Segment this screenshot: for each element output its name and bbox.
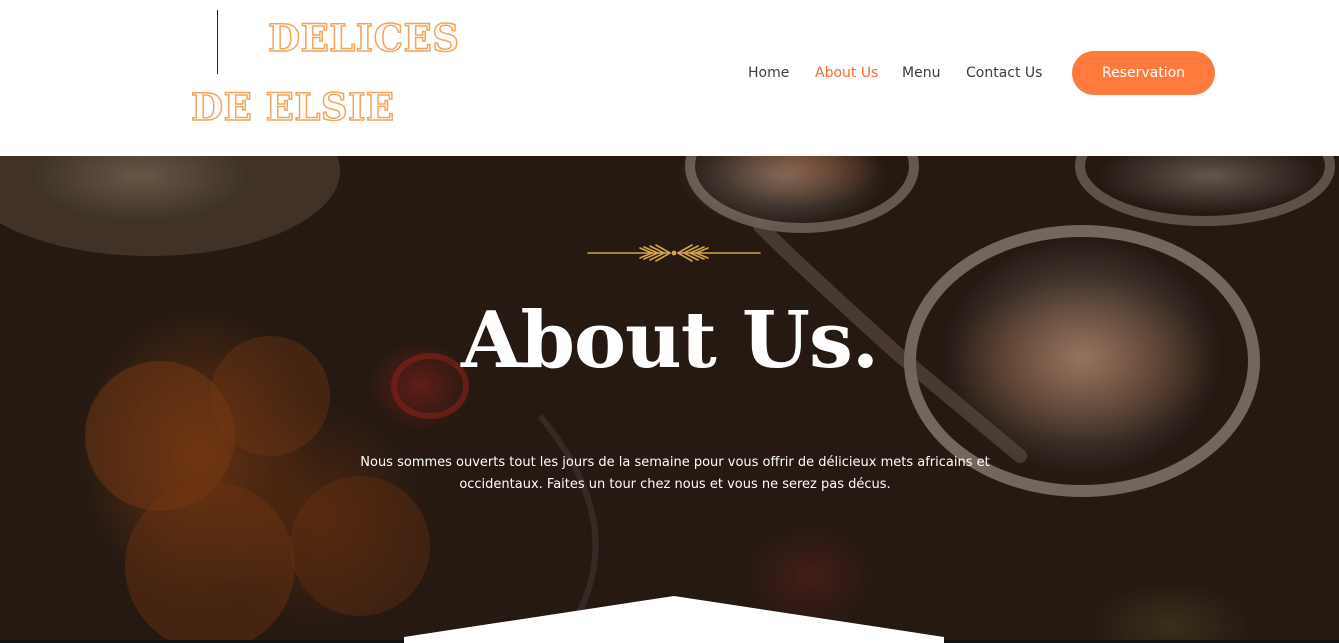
hero-overlay xyxy=(0,156,1339,643)
page-title: About Us. xyxy=(460,295,879,386)
nav-home-link[interactable]: Home xyxy=(748,64,789,82)
nav-contact-link[interactable]: Contact Us xyxy=(966,64,1042,82)
wheat-divider-icon xyxy=(587,244,761,262)
hero-description: Nous sommes ouverts tout les jours de la… xyxy=(360,455,990,492)
nav-about-link[interactable]: About Us xyxy=(815,64,878,82)
reservation-button[interactable]: Reservation xyxy=(1072,51,1215,95)
logo-text-line1[interactable]: DELICES xyxy=(267,19,459,58)
logo-text-line2[interactable]: DE ELSIE xyxy=(190,88,395,127)
about-hero-section: About Us. Nous sommes ouverts tout les j… xyxy=(0,156,1339,643)
logo-divider xyxy=(217,10,218,74)
site-header: DELICES DE ELSIE Home About Us Menu Cont… xyxy=(0,0,1339,156)
nav-menu-link[interactable]: Menu xyxy=(902,64,940,82)
